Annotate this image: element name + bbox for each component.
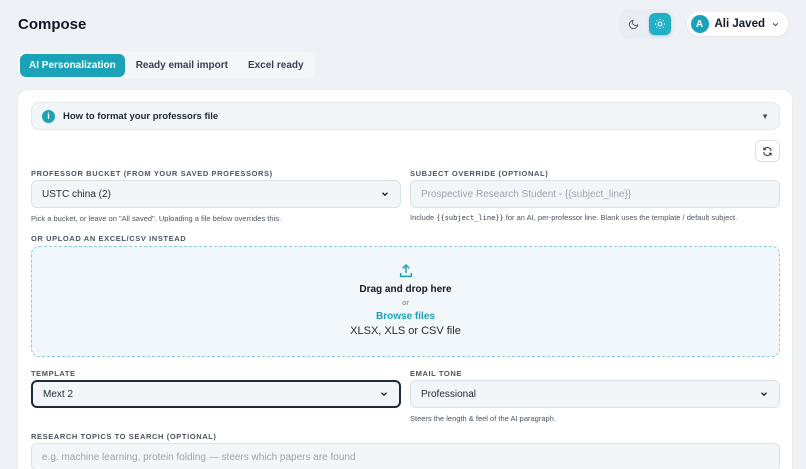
chevron-down-icon xyxy=(761,392,767,397)
chevron-down-icon xyxy=(381,392,387,397)
dropzone-title: Drag and drop here xyxy=(359,284,452,295)
subject-override-hint: Include {{subject_line}} for an AI, per-… xyxy=(410,213,737,222)
top-bar: Compose A Ali Javed xyxy=(0,0,806,48)
sun-icon xyxy=(654,19,665,29)
email-tone-value: Professional xyxy=(421,388,477,400)
subject-hint-suffix: for an AI, per-professor line. Blank use… xyxy=(503,213,738,222)
chevron-down-icon xyxy=(772,22,779,26)
subject-override-placeholder: Prospective Research Student - {{subject… xyxy=(421,188,632,200)
moon-icon xyxy=(628,19,639,29)
avatar: A xyxy=(690,15,709,33)
tab-ai-personalization[interactable]: AI Personalization xyxy=(20,53,125,77)
research-topics-label: Research topics to search (optional) xyxy=(31,432,217,441)
tab-excel-ready[interactable]: Excel ready xyxy=(239,54,313,77)
accepted-formats: XLSX, XLS or CSV file xyxy=(350,325,461,337)
format-help-label: How to format your professors file xyxy=(63,110,219,122)
professor-bucket-label: Professor bucket (from your saved profes… xyxy=(31,169,273,178)
light-mode-button[interactable] xyxy=(648,13,671,35)
page-title: Compose xyxy=(18,15,87,33)
tab-ready-email-import[interactable]: Ready email import xyxy=(127,54,237,77)
user-menu-button[interactable]: A Ali Javed xyxy=(686,12,788,36)
subject-hint-prefix: Include xyxy=(410,213,437,222)
user-name: Ali Javed xyxy=(714,18,766,30)
tab-bar: AI Personalization Ready email import Ex… xyxy=(18,52,315,78)
compose-card: i How to format your professors file ▼ P… xyxy=(18,90,792,469)
research-topics-input[interactable]: e.g. machine learning, protein folding —… xyxy=(31,443,780,469)
caret-down-icon: ▼ xyxy=(761,111,769,121)
email-tone-select[interactable]: Professional xyxy=(410,380,780,408)
refresh-button[interactable] xyxy=(755,140,780,162)
top-right-controls: A Ali Javed xyxy=(618,9,788,39)
chevron-down-icon xyxy=(382,192,388,197)
browse-files-link[interactable]: Browse files xyxy=(376,311,435,322)
subject-line-token: {{subject_line}} xyxy=(436,214,504,222)
template-label: Template xyxy=(31,369,76,378)
professor-bucket-value: USTC china (2) xyxy=(42,188,111,200)
dark-mode-button[interactable] xyxy=(623,13,645,35)
template-select[interactable]: Mext 2 xyxy=(31,380,401,408)
research-topics-placeholder: e.g. machine learning, protein folding —… xyxy=(42,451,356,463)
email-tone-hint: Steers the length & feel of the AI parag… xyxy=(410,414,556,423)
info-icon: i xyxy=(42,109,55,123)
template-value: Mext 2 xyxy=(43,388,74,400)
theme-toggle-group xyxy=(618,9,675,39)
subject-override-input[interactable]: Prospective Research Student - {{subject… xyxy=(410,180,780,208)
upload-label: Or upload an Excel/CSV instead xyxy=(31,234,187,243)
format-help-toggle[interactable]: i How to format your professors file ▼ xyxy=(31,102,780,130)
upload-icon xyxy=(399,263,412,278)
subject-override-label: Subject override (optional) xyxy=(410,169,549,178)
dropzone-or: or xyxy=(402,298,409,307)
file-dropzone[interactable]: Drag and drop here or Browse files XLSX,… xyxy=(31,246,780,357)
refresh-icon xyxy=(763,146,772,156)
professor-bucket-select[interactable]: USTC china (2) xyxy=(31,180,401,208)
professor-bucket-hint: Pick a bucket, or leave on "All saved". … xyxy=(31,214,282,223)
email-tone-label: Email tone xyxy=(410,369,462,378)
